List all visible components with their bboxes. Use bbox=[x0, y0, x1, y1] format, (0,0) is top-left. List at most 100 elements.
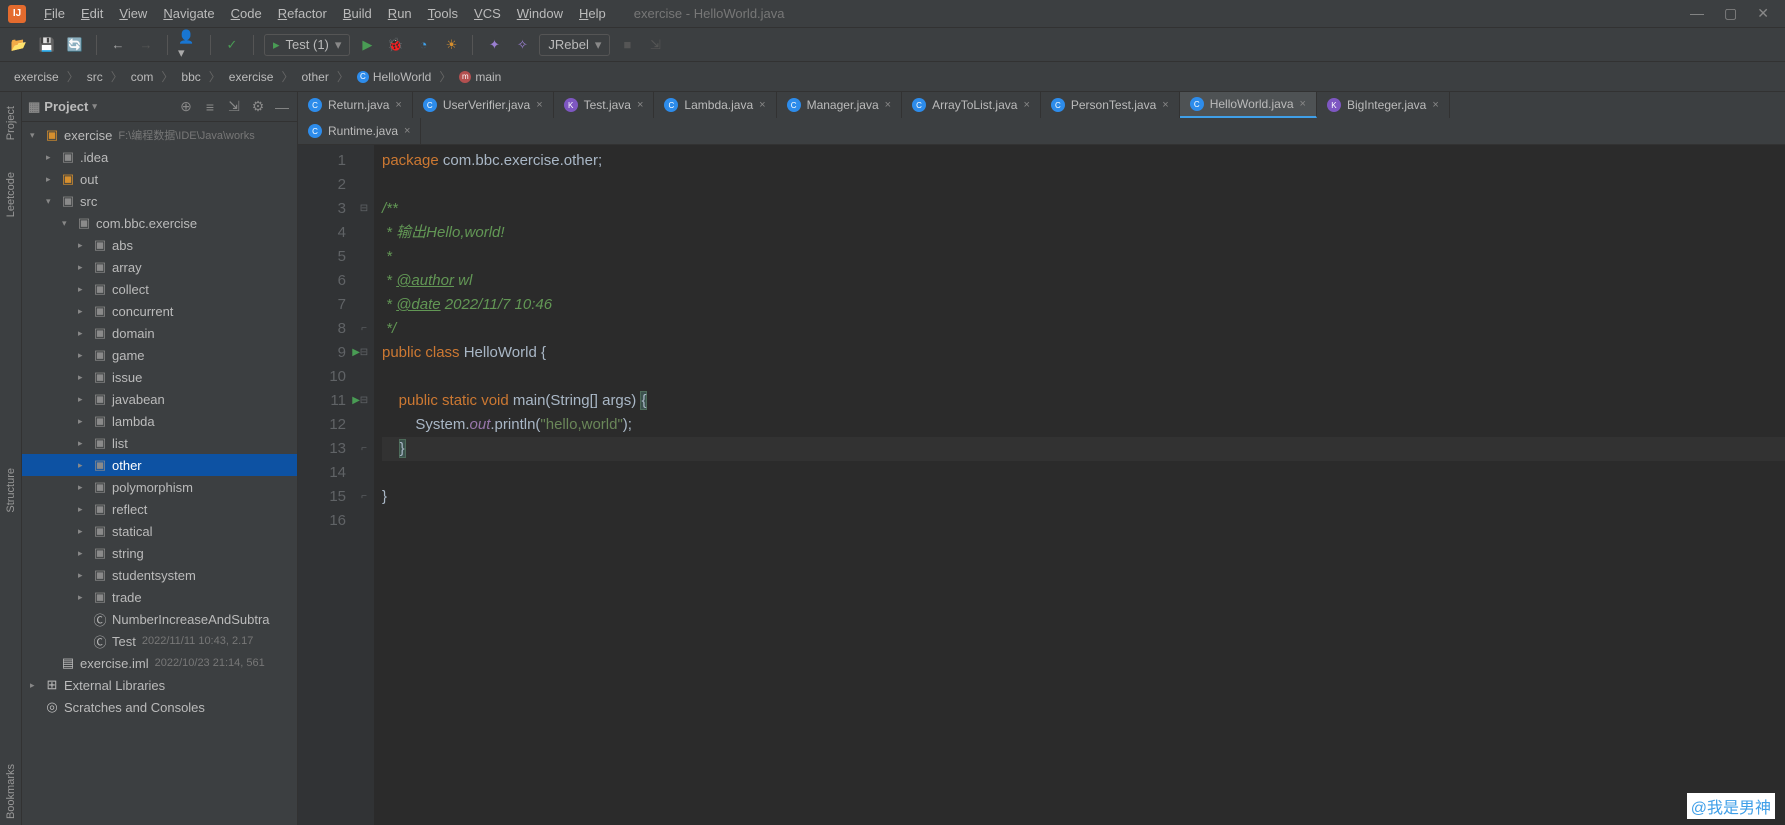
tree-lambda[interactable]: ▸▣lambda bbox=[22, 410, 297, 432]
crumb-HelloWorld[interactable]: CHelloWorld bbox=[351, 68, 437, 86]
save-icon[interactable]: 💾 bbox=[36, 34, 58, 56]
tree-src[interactable]: ▾▣src bbox=[22, 190, 297, 212]
tree-string[interactable]: ▸▣string bbox=[22, 542, 297, 564]
minimize-icon[interactable]: — bbox=[1690, 5, 1704, 22]
tree-reflect[interactable]: ▸▣reflect bbox=[22, 498, 297, 520]
menu-tools[interactable]: Tools bbox=[420, 6, 466, 21]
tab-persontest-java[interactable]: CPersonTest.java× bbox=[1041, 92, 1180, 118]
toolwin-structure[interactable]: Structure bbox=[5, 462, 17, 519]
settings-icon[interactable]: ⚙ bbox=[249, 98, 267, 115]
toolwin-leetcode[interactable]: Leetcode bbox=[5, 166, 17, 223]
back-icon[interactable]: ← bbox=[107, 34, 129, 56]
run-config-dropdown[interactable]: ▸ Test (1) ▾ bbox=[264, 34, 350, 56]
tab-return-java[interactable]: CReturn.java× bbox=[298, 92, 413, 118]
crumb-exercise[interactable]: exercise bbox=[8, 68, 65, 86]
tree-scratches-and-consoles[interactable]: ◎Scratches and Consoles bbox=[22, 696, 297, 718]
tab-biginteger-java[interactable]: KBigInteger.java× bbox=[1317, 92, 1450, 118]
reload-icon[interactable]: 🔄 bbox=[64, 34, 86, 56]
locate-icon[interactable]: ⊕ bbox=[177, 98, 195, 115]
crumb-main[interactable]: mmain bbox=[453, 68, 507, 86]
menu-window[interactable]: Window bbox=[509, 6, 571, 21]
tab-lambda-java[interactable]: CLambda.java× bbox=[654, 92, 776, 118]
maximize-icon[interactable]: ▢ bbox=[1724, 5, 1737, 22]
jrebel-run-icon[interactable]: ✦ bbox=[483, 34, 505, 56]
profile-icon[interactable]: ☀ bbox=[440, 34, 462, 56]
tab-close-icon[interactable]: × bbox=[885, 99, 891, 111]
tab-close-icon[interactable]: × bbox=[1300, 98, 1306, 110]
tree-list[interactable]: ▸▣list bbox=[22, 432, 297, 454]
tree-other[interactable]: ▸▣other bbox=[22, 454, 297, 476]
tree-studentsystem[interactable]: ▸▣studentsystem bbox=[22, 564, 297, 586]
tab-helloworld-java[interactable]: CHelloWorld.java× bbox=[1180, 92, 1317, 118]
tab-close-icon[interactable]: × bbox=[1023, 99, 1029, 111]
code-editor[interactable]: 123456789▶1011▶1213141516 ⊟⌐⊟⊟⌐⌐ package… bbox=[298, 145, 1785, 825]
menu-build[interactable]: Build bbox=[335, 6, 380, 21]
expand-icon[interactable]: ≡ bbox=[201, 99, 219, 115]
coverage-icon[interactable]: ◔ bbox=[412, 34, 434, 56]
tab-runtime-java[interactable]: CRuntime.java× bbox=[298, 118, 421, 144]
user-icon[interactable]: 👤▾ bbox=[178, 34, 200, 56]
close-icon[interactable]: ✕ bbox=[1757, 5, 1769, 22]
attach-icon[interactable]: ⇲ bbox=[644, 34, 666, 56]
open-icon[interactable]: 📂 bbox=[8, 34, 30, 56]
forward-icon[interactable]: → bbox=[135, 34, 157, 56]
project-dropdown[interactable]: ▦ Project ▾ bbox=[28, 99, 97, 115]
tree-exercise-iml[interactable]: ▤exercise.iml2022/10/23 21:14, 561 bbox=[22, 652, 297, 674]
stop-icon[interactable]: ■ bbox=[616, 34, 638, 56]
project-tree[interactable]: ▾▣exerciseF:\编程数据\IDE\Java\works▸▣.idea▸… bbox=[22, 122, 297, 825]
tree--idea[interactable]: ▸▣.idea bbox=[22, 146, 297, 168]
tab-arraytolist-java[interactable]: CArrayToList.java× bbox=[902, 92, 1041, 118]
menu-run[interactable]: Run bbox=[380, 6, 420, 21]
hide-icon[interactable]: — bbox=[273, 99, 291, 115]
tree-javabean[interactable]: ▸▣javabean bbox=[22, 388, 297, 410]
tree-issue[interactable]: ▸▣issue bbox=[22, 366, 297, 388]
tab-close-icon[interactable]: × bbox=[404, 125, 410, 137]
menu-vcs[interactable]: VCS bbox=[466, 6, 509, 21]
tab-close-icon[interactable]: × bbox=[637, 99, 643, 111]
tree-game[interactable]: ▸▣game bbox=[22, 344, 297, 366]
menu-view[interactable]: View bbox=[111, 6, 155, 21]
menu-refactor[interactable]: Refactor bbox=[270, 6, 335, 21]
tab-close-icon[interactable]: × bbox=[759, 99, 765, 111]
tree-com-bbc-exercise[interactable]: ▾▣com.bbc.exercise bbox=[22, 212, 297, 234]
run-icon[interactable]: ▶ bbox=[356, 34, 378, 56]
code-content[interactable]: package com.bbc.exercise.other; /** * 输出… bbox=[374, 145, 1785, 825]
jrebel-debug-icon[interactable]: ✧ bbox=[511, 34, 533, 56]
tab-close-icon[interactable]: × bbox=[395, 99, 401, 111]
collapse-icon[interactable]: ⇲ bbox=[225, 98, 243, 115]
tree-test[interactable]: ⒸTest2022/11/11 10:43, 2.17 bbox=[22, 630, 297, 652]
debug-icon[interactable]: 🐞 bbox=[384, 34, 406, 56]
tree-domain[interactable]: ▸▣domain bbox=[22, 322, 297, 344]
tab-userverifier-java[interactable]: CUserVerifier.java× bbox=[413, 92, 554, 118]
tree-polymorphism[interactable]: ▸▣polymorphism bbox=[22, 476, 297, 498]
tab-close-icon[interactable]: × bbox=[1162, 99, 1168, 111]
tab-close-icon[interactable]: × bbox=[536, 99, 542, 111]
build-icon[interactable]: ✓ bbox=[221, 34, 243, 56]
menu-code[interactable]: Code bbox=[223, 6, 270, 21]
tab-test-java[interactable]: KTest.java× bbox=[554, 92, 655, 118]
menu-edit[interactable]: Edit bbox=[73, 6, 111, 21]
toolwin-project[interactable]: Project bbox=[5, 100, 17, 146]
tree-array[interactable]: ▸▣array bbox=[22, 256, 297, 278]
crumb-bbc[interactable]: bbc bbox=[175, 68, 206, 86]
tree-collect[interactable]: ▸▣collect bbox=[22, 278, 297, 300]
tree-numberincreaseandsubtra[interactable]: ⒸNumberIncreaseAndSubtra bbox=[22, 608, 297, 630]
tree-abs[interactable]: ▸▣abs bbox=[22, 234, 297, 256]
tab-manager-java[interactable]: CManager.java× bbox=[777, 92, 902, 118]
tree-concurrent[interactable]: ▸▣concurrent bbox=[22, 300, 297, 322]
tree-statical[interactable]: ▸▣statical bbox=[22, 520, 297, 542]
jrebel-dropdown[interactable]: JRebel ▾ bbox=[539, 34, 610, 56]
menu-navigate[interactable]: Navigate bbox=[155, 6, 222, 21]
tab-close-icon[interactable]: × bbox=[1432, 99, 1438, 111]
crumb-com[interactable]: com bbox=[125, 68, 160, 86]
tree-trade[interactable]: ▸▣trade bbox=[22, 586, 297, 608]
crumb-exercise[interactable]: exercise bbox=[223, 68, 280, 86]
menu-help[interactable]: Help bbox=[571, 6, 614, 21]
tree-exercise[interactable]: ▾▣exerciseF:\编程数据\IDE\Java\works bbox=[22, 124, 297, 146]
toolwin-bookmarks[interactable]: Bookmarks bbox=[5, 758, 17, 825]
tree-out[interactable]: ▸▣out bbox=[22, 168, 297, 190]
crumb-src[interactable]: src bbox=[81, 68, 109, 86]
tree-external-libraries[interactable]: ▸⊞External Libraries bbox=[22, 674, 297, 696]
menu-file[interactable]: File bbox=[36, 6, 73, 21]
crumb-other[interactable]: other bbox=[295, 68, 334, 86]
